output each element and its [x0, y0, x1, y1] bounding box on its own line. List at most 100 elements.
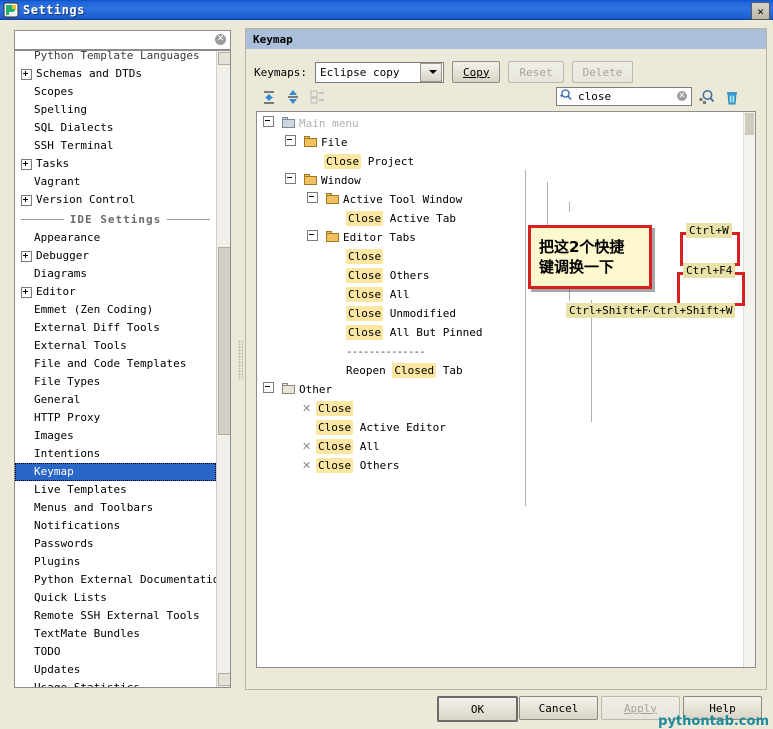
- expand-icon[interactable]: [21, 250, 32, 262]
- tree-node-other-close-all[interactable]: ✕ Close All: [285, 437, 380, 456]
- sidebar-item-updates[interactable]: Updates: [15, 661, 216, 679]
- expand-icon[interactable]: [21, 194, 32, 206]
- splitter-handle-icon[interactable]: [238, 340, 243, 380]
- sidebar-item-scopes[interactable]: Scopes: [15, 83, 216, 101]
- collapse-icon[interactable]: [263, 116, 274, 127]
- keymap-tree-scrollbar[interactable]: [743, 112, 755, 667]
- scrollbar-thumb[interactable]: [745, 113, 754, 135]
- sidebar-item-sql-dialects[interactable]: SQL Dialects: [15, 119, 216, 137]
- keymap-search-input[interactable]: [576, 89, 666, 104]
- tree-node-close-all[interactable]: Close All: [329, 285, 410, 304]
- collapse-icon[interactable]: [263, 382, 274, 393]
- tree-node-file[interactable]: File: [285, 133, 348, 152]
- sidebar-search[interactable]: ✕: [14, 30, 231, 50]
- sidebar-item-diagrams[interactable]: Diagrams: [15, 265, 216, 283]
- scroll-down-icon[interactable]: [218, 673, 230, 686]
- shortcut-ctrl-w[interactable]: Ctrl+W: [686, 223, 732, 238]
- sidebar-item-python-external-documentation[interactable]: Python External Documentation: [15, 571, 226, 589]
- tree-node-active-tool-window[interactable]: Active Tool Window: [307, 190, 462, 209]
- expand-icon[interactable]: [21, 286, 32, 298]
- clear-icon[interactable]: ✕: [215, 34, 226, 45]
- sidebar-item-spelling[interactable]: Spelling: [15, 101, 216, 119]
- collapse-all-icon[interactable]: [284, 88, 302, 106]
- sidebar-item-vagrant[interactable]: Vagrant: [15, 173, 216, 191]
- pane-splitter[interactable]: [236, 28, 245, 688]
- tree-node-editor-tabs[interactable]: Editor Tabs: [307, 228, 416, 247]
- close-icon[interactable]: ✕: [751, 2, 770, 20]
- sidebar-item-http-proxy[interactable]: HTTP Proxy: [15, 409, 216, 427]
- sidebar-scrollbar[interactable]: [216, 51, 230, 687]
- tree-node-other-close-others[interactable]: ✕ Close Others: [285, 456, 399, 475]
- tree-node-close-others[interactable]: Close Others: [329, 266, 429, 285]
- sidebar-item-live-templates[interactable]: Live Templates: [15, 481, 216, 499]
- node-label: Others: [353, 459, 400, 472]
- keymaps-label: Keymaps:: [254, 65, 307, 79]
- tree-node-close[interactable]: Close: [329, 247, 384, 266]
- sidebar-item-usage-statistics[interactable]: Usage Statistics: [15, 679, 216, 687]
- cancel-button[interactable]: Cancel: [519, 696, 598, 720]
- sidebar-item-python-template-languages[interactable]: Python Template Languages: [15, 51, 216, 65]
- collapse-icon[interactable]: [285, 173, 296, 184]
- sidebar-item-quick-lists[interactable]: Quick Lists: [15, 589, 216, 607]
- sidebar-item-images[interactable]: Images: [15, 427, 216, 445]
- sidebar-item-textmate-bundles[interactable]: TextMate Bundles: [15, 625, 216, 643]
- scrollbar-thumb[interactable]: [218, 247, 230, 435]
- expand-icon[interactable]: [21, 158, 32, 170]
- expand-icon[interactable]: [21, 68, 32, 80]
- ok-button[interactable]: OK: [437, 696, 518, 722]
- sidebar-item-version-control[interactable]: Version Control: [15, 191, 216, 209]
- scroll-up-icon[interactable]: [218, 52, 230, 65]
- tree-node-close-unmodified[interactable]: Close Unmodified: [329, 304, 456, 323]
- tree-node-close-project[interactable]: Close Project: [307, 152, 414, 171]
- trash-icon[interactable]: [723, 88, 741, 106]
- tree-node-divider[interactable]: --------------: [329, 342, 426, 361]
- sidebar-item-notifications[interactable]: Notifications: [15, 517, 216, 535]
- sidebar-item-emmet-zen-coding[interactable]: Emmet (Zen Coding): [15, 301, 216, 319]
- keymap-search[interactable]: ✕: [556, 87, 692, 106]
- sidebar-item-file-types[interactable]: File Types: [15, 373, 216, 391]
- tree-node-window[interactable]: Window: [285, 171, 361, 190]
- tree-node-main-menu[interactable]: Main menu: [263, 114, 359, 133]
- chevron-down-icon[interactable]: [419, 62, 442, 82]
- sidebar-item-ssh-terminal[interactable]: SSH Terminal: [15, 137, 216, 155]
- shortcut-ctrl-shift-f4[interactable]: Ctrl+Shift+F4: [566, 303, 659, 318]
- collapse-icon[interactable]: [285, 135, 296, 146]
- tree-node-close-active-tab[interactable]: Close Active Tab: [329, 209, 456, 228]
- sidebar-item-schemas-and-dtds[interactable]: Schemas and DTDs: [15, 65, 216, 83]
- shortcut-ctrl-f4[interactable]: Ctrl+F4: [683, 263, 736, 278]
- keymap-select[interactable]: Eclipse copy: [314, 61, 444, 83]
- clear-icon[interactable]: ✕: [677, 91, 687, 101]
- sidebar-search-input[interactable]: [18, 32, 212, 48]
- sidebar-item-debugger[interactable]: Debugger: [15, 247, 216, 265]
- copy-button[interactable]: Copy: [451, 61, 501, 83]
- sidebar-item-menus-and-toolbars[interactable]: Menus and Toolbars: [15, 499, 216, 517]
- sidebar-item-plugins[interactable]: Plugins: [15, 553, 216, 571]
- sidebar-item-todo[interactable]: TODO: [15, 643, 216, 661]
- tree-node-close-all-but-pinned[interactable]: Close All But Pinned: [329, 323, 482, 342]
- sidebar-item-label: Diagrams: [34, 267, 87, 280]
- expand-all-icon[interactable]: [260, 88, 278, 106]
- sidebar-item-external-diff-tools[interactable]: External Diff Tools: [15, 319, 216, 337]
- tree-node-reopen-closed-tab[interactable]: Reopen Closed Tab: [329, 361, 463, 380]
- find-by-shortcut-icon[interactable]: [698, 88, 716, 106]
- collapse-icon[interactable]: [307, 192, 318, 203]
- tree-node-other-close[interactable]: ✕ Close: [285, 399, 354, 418]
- tree-node-other[interactable]: Other: [263, 380, 332, 399]
- collapse-icon[interactable]: [307, 230, 318, 241]
- tree-node-other-close-active-editor[interactable]: Close Active Editor: [285, 418, 446, 437]
- shortcut-ctrl-shift-w[interactable]: Ctrl+Shift+W: [650, 303, 736, 318]
- sidebar-item-general[interactable]: General: [15, 391, 216, 409]
- sidebar-item-passwords[interactable]: Passwords: [15, 535, 216, 553]
- sidebar-item-external-tools[interactable]: External Tools: [15, 337, 216, 355]
- sidebar-item-file-and-code-templates[interactable]: File and Code Templates: [15, 355, 216, 373]
- sidebar-item-editor[interactable]: Editor: [15, 283, 216, 301]
- sidebar-item-remote-ssh-external-tools[interactable]: Remote SSH External Tools: [15, 607, 216, 625]
- sidebar-item-tasks[interactable]: Tasks: [15, 155, 216, 173]
- sidebar-item-intentions[interactable]: Intentions: [15, 445, 216, 463]
- sidebar-item-appearance[interactable]: Appearance: [15, 229, 216, 247]
- sidebar-item-keymap[interactable]: Keymap: [15, 463, 216, 481]
